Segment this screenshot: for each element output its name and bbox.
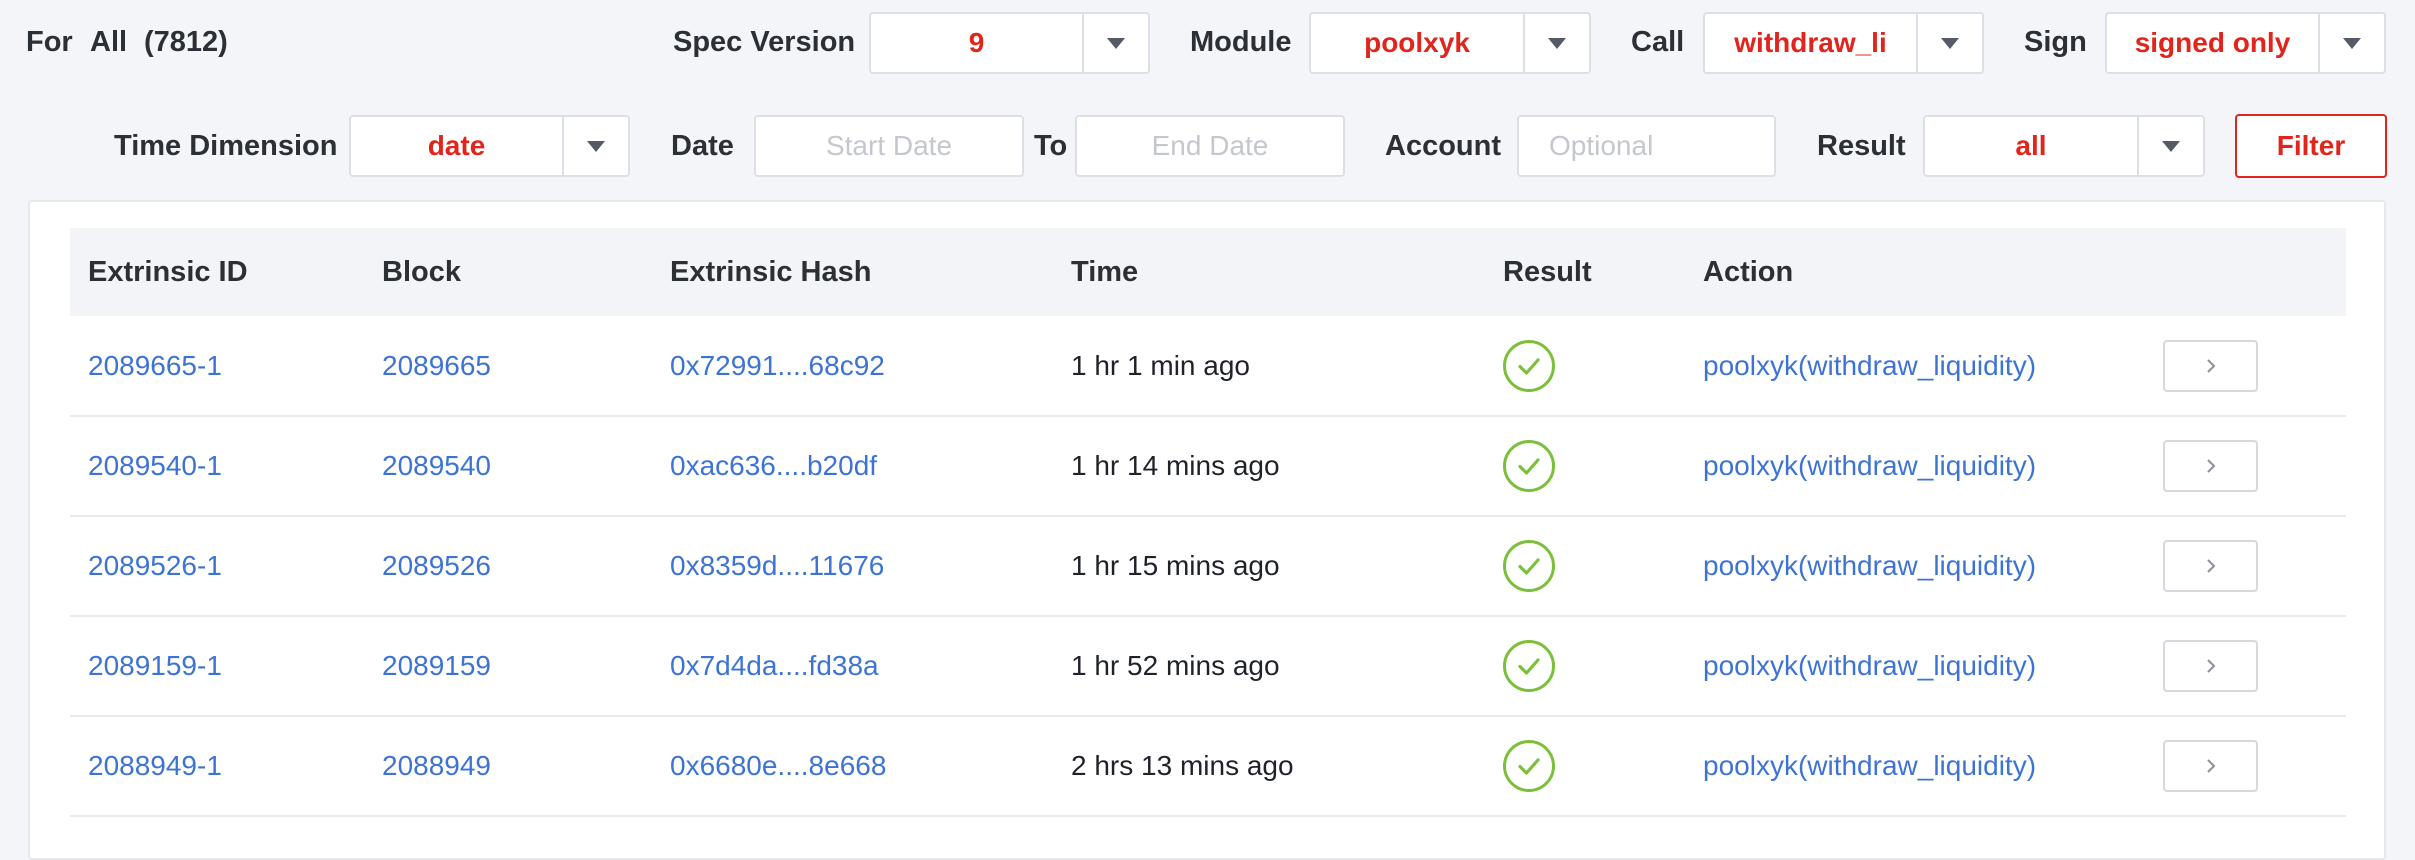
call-select[interactable]: withdraw_li <box>1703 12 1984 74</box>
chevron-right-icon <box>2206 459 2215 473</box>
scope-label: All <box>90 26 128 58</box>
table-row: 2089159-1 2089159 0x7d4da....fd38a 1 hr … <box>70 616 2346 716</box>
sign-select[interactable]: signed only <box>2105 12 2386 74</box>
filter-row: Time Dimension date Date Start Date To E… <box>0 114 2415 179</box>
check-circle-icon <box>1503 540 1555 592</box>
module-select[interactable]: poolxyk <box>1309 12 1591 74</box>
extrinsic-id-link[interactable]: 2089665-1 <box>88 350 222 381</box>
caret-down-icon[interactable] <box>562 117 628 175</box>
check-circle-icon <box>1503 740 1555 792</box>
time-cell: 1 hr 1 min ago <box>1071 349 1250 381</box>
col-result: Result <box>1503 255 1592 288</box>
table-row: 2088949-1 2088949 0x6680e....8e668 2 hrs… <box>70 716 2346 816</box>
spec-version-value: 9 <box>968 27 985 58</box>
block-link[interactable]: 2089665 <box>382 350 491 381</box>
block-link[interactable]: 2089159 <box>382 650 491 681</box>
action-link[interactable]: poolxyk(withdraw_liquidity) <box>1703 350 2036 381</box>
row-detail-button[interactable] <box>2163 540 2258 592</box>
caret-down-icon[interactable] <box>1523 14 1589 72</box>
block-link[interactable]: 2088949 <box>382 750 491 781</box>
filter-button[interactable]: Filter <box>2235 114 2387 178</box>
table-row: 2089526-1 2089526 0x8359d....11676 1 hr … <box>70 516 2346 616</box>
sign-label: Sign <box>2024 26 2087 58</box>
extrinsic-hash-link[interactable]: 0x8359d....11676 <box>670 550 884 581</box>
for-label: For <box>26 26 73 58</box>
total-count: (7812) <box>144 26 228 58</box>
call-label: Call <box>1631 26 1685 58</box>
block-link[interactable]: 2089526 <box>382 550 491 581</box>
module-label: Module <box>1190 26 1292 58</box>
table-row: 2089665-1 2089665 0x72991....68c92 1 hr … <box>70 316 2346 416</box>
row-detail-button[interactable] <box>2163 440 2258 492</box>
extrinsic-id-link[interactable]: 2089540-1 <box>88 450 222 481</box>
time-cell: 1 hr 52 mins ago <box>1071 650 1280 681</box>
col-action: Action <box>1703 255 1794 288</box>
call-value: withdraw_li <box>1734 27 1887 58</box>
start-date-input[interactable]: Start Date <box>754 115 1024 177</box>
table-row: 2089540-1 2089540 0xac636....b20df 1 hr … <box>70 416 2346 516</box>
col-extrinsic-hash: Extrinsic Hash <box>670 255 872 288</box>
account-label: Account <box>1385 130 1501 162</box>
caret-down-icon[interactable] <box>2137 117 2203 175</box>
check-circle-icon <box>1503 339 1555 392</box>
time-cell: 1 hr 15 mins ago <box>1071 550 1280 581</box>
end-date-input[interactable]: End Date <box>1075 115 1345 177</box>
account-input[interactable]: Optional <box>1517 115 1776 177</box>
extrinsics-table: Extrinsic ID Block Extrinsic Hash Time R… <box>70 228 2346 817</box>
time-dimension-value: date <box>427 130 486 161</box>
caret-down-icon[interactable] <box>1082 14 1148 72</box>
extrinsic-hash-link[interactable]: 0x7d4da....fd38a <box>670 650 879 681</box>
check-circle-icon <box>1503 640 1555 692</box>
to-label: To <box>1034 130 1068 162</box>
row-detail-button[interactable] <box>2163 339 2258 392</box>
module-value: poolxyk <box>1364 27 1470 58</box>
time-cell: 1 hr 14 mins ago <box>1071 450 1280 481</box>
result-select[interactable]: all <box>1923 115 2205 177</box>
chevron-right-icon <box>2206 559 2215 573</box>
extrinsics-panel: Extrinsic ID Block Extrinsic Hash Time R… <box>28 200 2386 860</box>
block-link[interactable]: 2089540 <box>382 450 491 481</box>
extrinsic-hash-link[interactable]: 0x6680e....8e668 <box>670 750 886 781</box>
header-row: For All (7812) Spec Version 9 Module poo… <box>0 10 2415 75</box>
chevron-right-icon <box>2206 358 2215 373</box>
caret-down-icon[interactable] <box>1916 14 1982 72</box>
table-header-row: Extrinsic ID Block Extrinsic Hash Time R… <box>70 228 2346 316</box>
check-circle-icon <box>1503 440 1555 492</box>
row-detail-button[interactable] <box>2163 640 2258 692</box>
result-label: Result <box>1817 130 1906 162</box>
col-time: Time <box>1071 255 1139 288</box>
extrinsic-id-link[interactable]: 2089159-1 <box>88 650 222 681</box>
sign-value: signed only <box>2134 27 2291 58</box>
action-link[interactable]: poolxyk(withdraw_liquidity) <box>1703 750 2036 781</box>
action-link[interactable]: poolxyk(withdraw_liquidity) <box>1703 450 2036 481</box>
time-dimension-label: Time Dimension <box>114 130 338 162</box>
col-extrinsic-id: Extrinsic ID <box>88 255 248 288</box>
result-value: all <box>2015 130 2047 161</box>
caret-down-icon[interactable] <box>2318 14 2384 72</box>
extrinsic-hash-link[interactable]: 0x72991....68c92 <box>670 350 885 381</box>
col-block: Block <box>382 255 461 288</box>
col-detail <box>2145 228 2346 316</box>
time-cell: 2 hrs 13 mins ago <box>1071 750 1294 781</box>
extrinsic-hash-link[interactable]: 0xac636....b20df <box>670 450 877 481</box>
chevron-right-icon <box>2206 659 2215 673</box>
chevron-right-icon <box>2206 759 2215 773</box>
date-label: Date <box>671 130 734 162</box>
extrinsic-id-link[interactable]: 2089526-1 <box>88 550 222 581</box>
spec-version-label: Spec Version <box>673 26 856 58</box>
action-link[interactable]: poolxyk(withdraw_liquidity) <box>1703 650 2036 681</box>
action-link[interactable]: poolxyk(withdraw_liquidity) <box>1703 550 2036 581</box>
extrinsic-id-link[interactable]: 2088949-1 <box>88 750 222 781</box>
row-detail-button[interactable] <box>2163 740 2258 792</box>
time-dimension-select[interactable]: date <box>349 115 630 177</box>
spec-version-select[interactable]: 9 <box>869 12 1150 74</box>
